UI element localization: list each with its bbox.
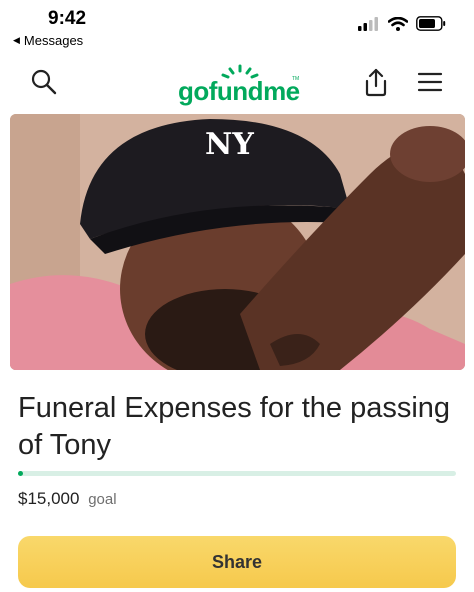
campaign-photo-image: NY <box>10 114 465 370</box>
fundraising-progress-bar <box>18 471 456 476</box>
progress-bar-fill <box>18 471 24 476</box>
goal-label: goal <box>88 491 117 508</box>
back-label: Messages <box>23 33 84 48</box>
goal-amount: $15,000 <box>18 489 80 508</box>
campaign-photo[interactable]: NY <box>10 114 465 370</box>
gofundme-logo[interactable]: TM gofundme <box>178 64 300 106</box>
menu-icon[interactable] <box>417 70 443 94</box>
cellular-signal-icon <box>358 16 378 31</box>
share-button[interactable]: Share <box>18 536 456 588</box>
status-bar: 9:42 ◀ Messages <box>0 0 474 52</box>
app-header: TM gofundme <box>0 60 474 108</box>
battery-icon <box>416 16 446 31</box>
logo-text: gofundme <box>178 76 300 106</box>
goal-summary: $15,000 goal <box>18 489 117 509</box>
campaign-title: Funeral Expenses for the passing of Tony <box>18 392 451 461</box>
status-time: 9:42 <box>48 8 87 29</box>
share-icon[interactable] <box>362 67 390 97</box>
svg-text:NY: NY <box>205 127 254 162</box>
wifi-icon <box>388 16 408 31</box>
search-icon[interactable] <box>30 68 58 96</box>
back-to-messages-link[interactable]: ◀ Messages <box>13 33 83 48</box>
back-arrow-icon: ◀ <box>13 35 20 45</box>
status-icons <box>358 16 446 31</box>
